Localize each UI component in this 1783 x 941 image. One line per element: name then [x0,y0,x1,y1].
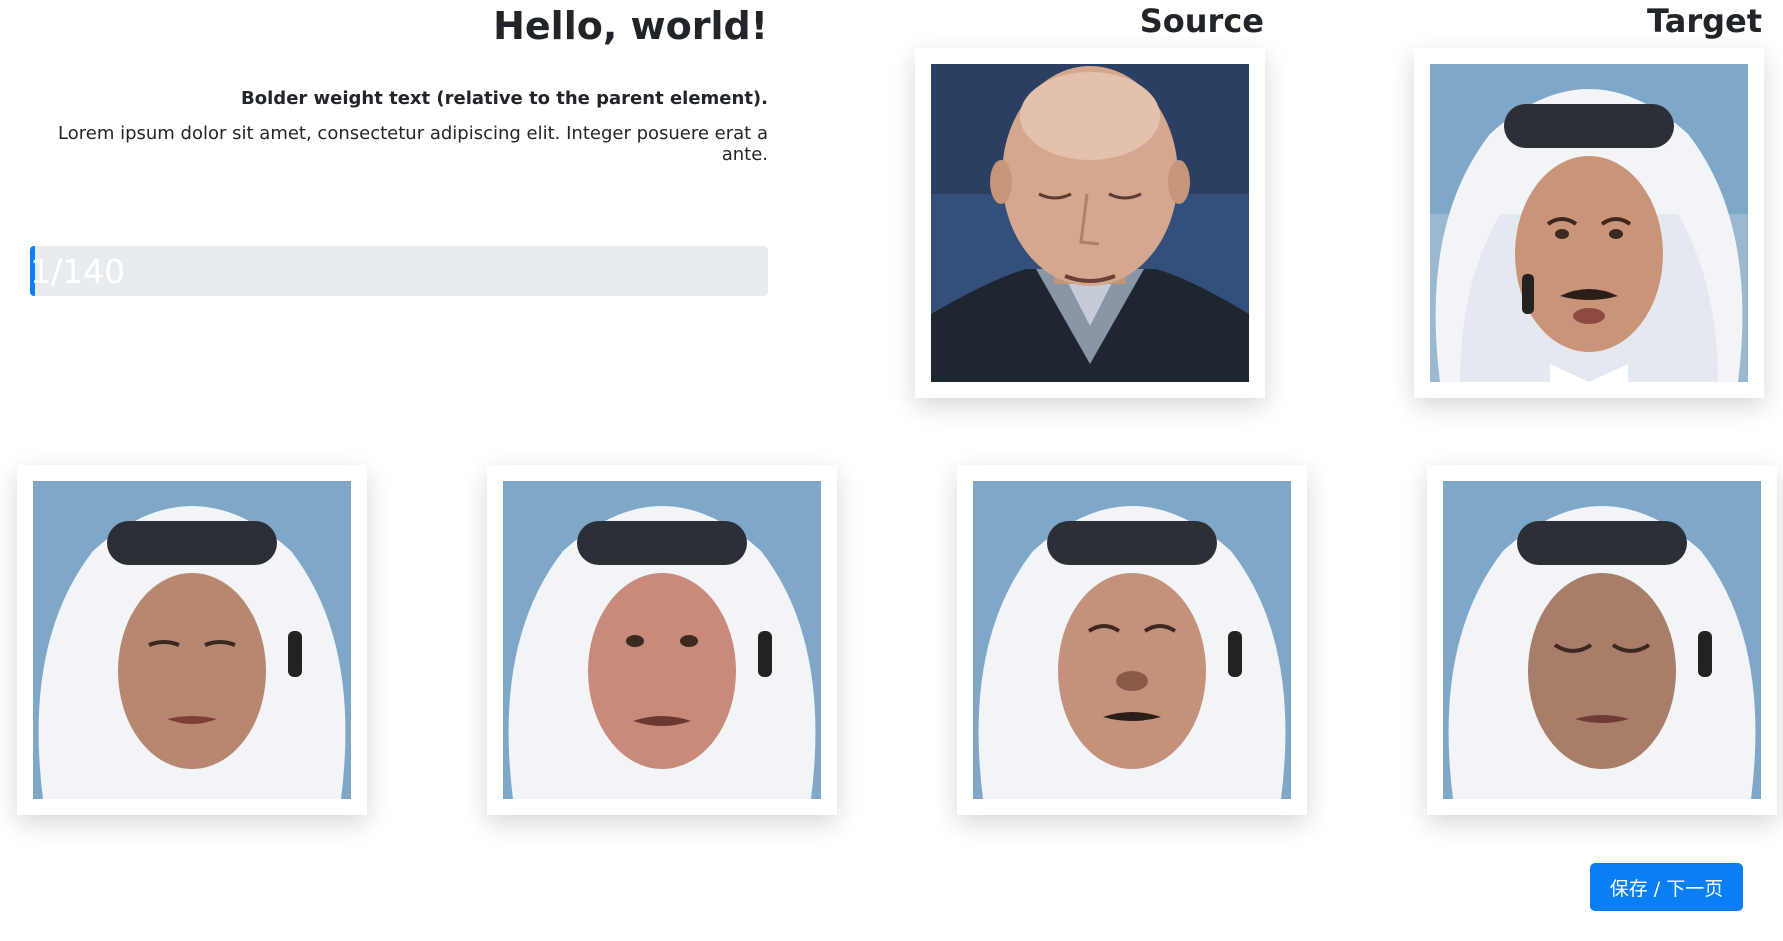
intro-section: Hello, world! Bolder weight text (relati… [28,0,768,165]
result-image-frame-3[interactable] [957,465,1307,815]
result-image-4[interactable] [1443,481,1761,799]
bold-text: Bolder weight text (relative to the pare… [241,87,768,109]
target-label: Target [1647,2,1762,40]
page-title: Hello, world! [493,4,768,48]
result-image-frame-2[interactable] [487,465,837,815]
save-next-button[interactable]: 保存 / 下一页 [1590,863,1743,911]
result-image-frame-4[interactable] [1427,465,1777,815]
target-image [1430,64,1748,382]
target-image-frame [1414,48,1764,398]
progress-label: 1/140 [30,252,126,291]
result-image-frame-1[interactable] [17,465,367,815]
result-image-2[interactable] [503,481,821,799]
lead-text: Lorem ipsum dolor sit amet, consectetur … [58,122,768,165]
source-label: Source [1139,2,1264,40]
result-image-3[interactable] [973,481,1291,799]
source-image [931,64,1249,382]
source-image-frame [915,48,1265,398]
progress-bar-track: 1/140 [30,246,768,296]
result-image-1[interactable] [33,481,351,799]
